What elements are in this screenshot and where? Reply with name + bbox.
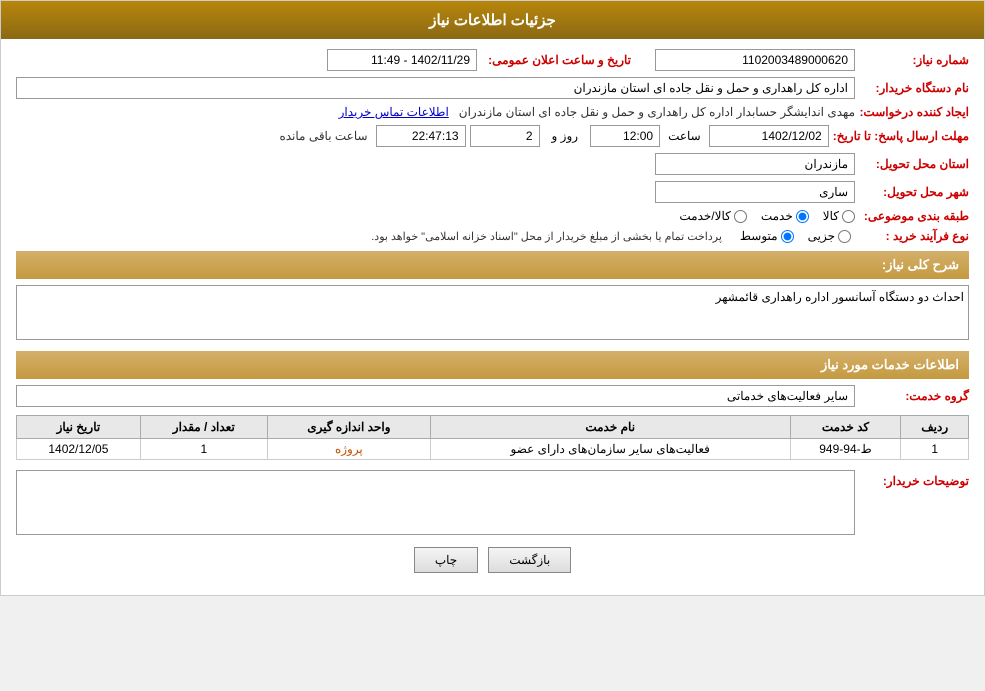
category-radio-kala[interactable] bbox=[842, 210, 855, 223]
deadline-row: مهلت ارسال پاسخ: تا تاریخ: 1402/12/02 سا… bbox=[16, 125, 969, 147]
table-cell: 1402/12/05 bbox=[17, 439, 141, 460]
creator-link[interactable]: اطلاعات تماس خریدار bbox=[339, 105, 449, 119]
need-number-label: شماره نیاز: bbox=[859, 53, 969, 67]
category-kala: کالا bbox=[823, 209, 855, 223]
services-table: ردیف کد خدمت نام خدمت واحد اندازه گیری ت… bbox=[16, 415, 969, 460]
purchase-jozi-label: جزیی bbox=[808, 229, 835, 243]
need-desc-container bbox=[16, 285, 969, 343]
category-label: طبقه بندی موضوعی: bbox=[859, 209, 969, 223]
deadline-days-label: روز و bbox=[552, 129, 579, 143]
table-header: ردیف کد خدمت نام خدمت واحد اندازه گیری ت… bbox=[17, 416, 969, 439]
category-kala-khedmat-label: کالا/خدمت bbox=[679, 209, 730, 223]
services-section-title: اطلاعات خدمات مورد نیاز bbox=[16, 351, 969, 379]
buyer-desc-textarea[interactable] bbox=[16, 470, 855, 535]
category-radio-kala-khedmat[interactable] bbox=[734, 210, 747, 223]
city-value: ساری bbox=[655, 181, 855, 203]
purchase-type-desc: پرداخت تمام یا بخشی از مبلغ خریدار از مح… bbox=[371, 230, 722, 243]
category-khedmat-label: خدمت bbox=[761, 209, 793, 223]
deadline-remaining-label: ساعت باقی مانده bbox=[279, 129, 367, 143]
services-table-section: ردیف کد خدمت نام خدمت واحد اندازه گیری ت… bbox=[16, 415, 969, 460]
purchase-type-options: جزیی متوسط bbox=[740, 229, 851, 243]
print-button[interactable]: چاپ bbox=[414, 547, 478, 573]
table-cell: 1 bbox=[901, 439, 969, 460]
buyer-name-label: نام دستگاه خریدار: bbox=[859, 81, 969, 95]
category-radio-khedmat[interactable] bbox=[796, 210, 809, 223]
purchase-radio-motavasset[interactable] bbox=[781, 230, 794, 243]
category-khedmat: خدمت bbox=[761, 209, 809, 223]
table-cell: فعالیت‌های سایر سازمان‌های دارای عضو bbox=[430, 439, 790, 460]
purchase-radio-jozi[interactable] bbox=[838, 230, 851, 243]
city-row: شهر محل تحویل: ساری bbox=[16, 181, 969, 203]
buyer-desc-row: توضیحات خریدار: bbox=[16, 470, 969, 535]
back-button[interactable]: بازگشت bbox=[488, 547, 571, 573]
purchase-type-row: نوع فرآیند خرید : جزیی متوسط پرداخت تمام… bbox=[16, 229, 969, 243]
deadline-label: مهلت ارسال پاسخ: تا تاریخ: bbox=[833, 129, 969, 143]
purchase-jozi: جزیی bbox=[808, 229, 851, 243]
deadline-days: 2 bbox=[470, 125, 540, 147]
need-number-row: شماره نیاز: 1102003489000620 تاریخ و ساع… bbox=[16, 49, 969, 71]
creator-label: ایجاد کننده درخواست: bbox=[859, 105, 969, 119]
purchase-type-label: نوع فرآیند خرید : bbox=[859, 229, 969, 243]
need-desc-section-title: شرح کلی نیاز: bbox=[16, 251, 969, 279]
creator-row: ایجاد کننده درخواست: مهدی اندایشگر حسابد… bbox=[16, 105, 969, 119]
category-kala-label: کالا bbox=[823, 209, 839, 223]
deadline-date: 1402/12/02 bbox=[709, 125, 829, 147]
need-number-value: 1102003489000620 bbox=[655, 49, 855, 71]
table-row: 1ط-94-949فعالیت‌های سایر سازمان‌های دارا… bbox=[17, 439, 969, 460]
city-label: شهر محل تحویل: bbox=[859, 185, 969, 199]
table-body: 1ط-94-949فعالیت‌های سایر سازمان‌های دارا… bbox=[17, 439, 969, 460]
page-wrapper: جزئیات اطلاعات نیاز شماره نیاز: 11020034… bbox=[0, 0, 985, 596]
announce-datetime-value: 1402/11/29 - 11:49 bbox=[327, 49, 477, 71]
province-label: استان محل تحویل: bbox=[859, 157, 969, 171]
need-description-textarea[interactable] bbox=[16, 285, 969, 340]
purchase-motavasset-label: متوسط bbox=[740, 229, 778, 243]
col-quantity: تعداد / مقدار bbox=[140, 416, 267, 439]
purchase-motavasset: متوسط bbox=[740, 229, 794, 243]
table-cell: ط-94-949 bbox=[790, 439, 901, 460]
province-value: مازندران bbox=[655, 153, 855, 175]
need-desc-label: شرح کلی نیاز: bbox=[882, 257, 959, 272]
service-group-value: سایر فعالیت‌های خدماتی bbox=[16, 385, 855, 407]
buyer-name-row: نام دستگاه خریدار: اداره کل راهداری و حم… bbox=[16, 77, 969, 99]
col-service-code: کد خدمت bbox=[790, 416, 901, 439]
service-group-row: گروه خدمت: سایر فعالیت‌های خدماتی bbox=[16, 385, 969, 407]
category-kala-khedmat: کالا/خدمت bbox=[679, 209, 746, 223]
col-service-name: نام خدمت bbox=[430, 416, 790, 439]
province-row: استان محل تحویل: مازندران bbox=[16, 153, 969, 175]
creator-name: مهدی اندایشگر حسابدار اداره کل راهداری و… bbox=[459, 105, 855, 119]
table-cell: پروژه bbox=[267, 439, 430, 460]
table-cell: 1 bbox=[140, 439, 267, 460]
buyer-name-value: اداره کل راهداری و حمل و نقل جاده ای است… bbox=[16, 77, 855, 99]
col-unit: واحد اندازه گیری bbox=[267, 416, 430, 439]
deadline-time: 12:00 bbox=[590, 125, 660, 147]
deadline-time-label: ساعت bbox=[668, 129, 701, 143]
category-options: کالا خدمت کالا/خدمت bbox=[679, 209, 855, 223]
service-group-label: گروه خدمت: bbox=[859, 389, 969, 403]
deadline-remaining: 22:47:13 bbox=[376, 125, 466, 147]
announce-datetime-label: تاریخ و ساعت اعلان عمومی: bbox=[481, 53, 631, 67]
category-row: طبقه بندی موضوعی: کالا خدمت کالا/خدمت bbox=[16, 209, 969, 223]
content-area: شماره نیاز: 1102003489000620 تاریخ و ساع… bbox=[1, 39, 984, 595]
buyer-desc-label: توضیحات خریدار: bbox=[859, 474, 969, 488]
col-date: تاریخ نیاز bbox=[17, 416, 141, 439]
page-title: جزئیات اطلاعات نیاز bbox=[429, 12, 556, 29]
page-header: جزئیات اطلاعات نیاز bbox=[1, 1, 984, 39]
col-row: ردیف bbox=[901, 416, 969, 439]
button-row: بازگشت چاپ bbox=[16, 547, 969, 573]
